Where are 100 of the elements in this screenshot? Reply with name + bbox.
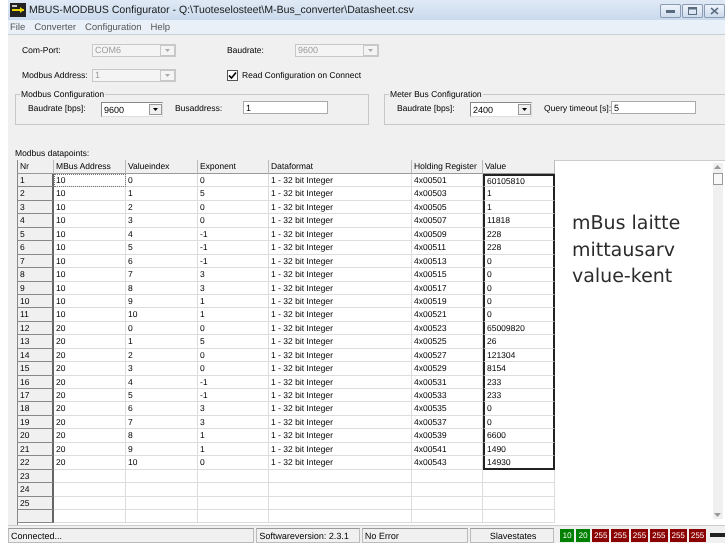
column-header[interactable]: Valueindex [126, 160, 198, 174]
table-cell: 3 [198, 268, 269, 282]
table-cell: 1 - 32 bit Integer [269, 429, 412, 443]
table-cell: 3 [198, 402, 269, 416]
table-cell: 4x00513 [412, 254, 483, 268]
row-header[interactable]: 24 [18, 483, 54, 496]
empty-cell [198, 483, 269, 496]
slave-state: 10 [560, 528, 574, 542]
table-cell: 20 [54, 335, 126, 349]
table-cell: -1 [198, 228, 269, 242]
table-cell: 4x00515 [412, 268, 483, 282]
row-header[interactable]: 3 [18, 200, 54, 214]
empty-cell [198, 510, 269, 524]
column-header[interactable]: MBus Address [54, 160, 126, 174]
row-header[interactable]: 8 [18, 268, 54, 282]
table-cell: 20 [54, 456, 126, 470]
busaddress-field[interactable]: 1 [243, 101, 328, 114]
slave-state: 255 [688, 528, 706, 542]
table-cell: -1 [198, 389, 269, 402]
baudrate-dropdown[interactable]: 9600 [101, 102, 163, 117]
baudrate-dropdown[interactable]: 2400 [470, 102, 532, 117]
table-cell: 2 [126, 200, 198, 214]
table-cell: 10 [126, 456, 198, 470]
table-cell: 4x00501 [412, 174, 483, 188]
column-header[interactable]: Exponent [198, 160, 269, 174]
row-header[interactable]: 20 [18, 429, 54, 443]
row-header[interactable]: 7 [18, 254, 54, 268]
row-header[interactable]: 5 [18, 228, 54, 242]
table-cell: 10 [54, 228, 126, 242]
slave-state: 255 [611, 528, 629, 542]
scroll-down-icon[interactable] [714, 513, 721, 517]
empty-cell [126, 496, 198, 510]
row-header[interactable]: 2 [18, 187, 54, 201]
row-header[interactable]: 12 [18, 322, 54, 336]
row-header[interactable]: 19 [18, 416, 54, 430]
menu-item[interactable]: Converter [34, 22, 76, 32]
table-cell: -1 [198, 254, 269, 268]
menu-item[interactable]: File [10, 22, 26, 32]
row-header[interactable]: 25 [18, 496, 54, 510]
scrollbar[interactable] [713, 163, 723, 519]
table-cell: 4x00529 [412, 362, 483, 376]
row-header[interactable]: 9 [18, 282, 54, 295]
table-cell: 9 [126, 442, 198, 456]
table-cell: 1 [198, 442, 269, 456]
row-header[interactable]: 11 [18, 308, 54, 322]
empty-cell [412, 496, 483, 510]
scroll-up-icon[interactable] [714, 165, 721, 169]
row-header[interactable]: 22 [18, 456, 54, 470]
table-cell: 1 - 32 bit Integer [269, 241, 412, 255]
row-header[interactable]: 10 [18, 294, 54, 308]
table-cell: 10 [54, 254, 126, 268]
table-cell: 20 [54, 442, 126, 456]
close-button[interactable] [704, 4, 725, 18]
row-header[interactable]: 18 [18, 402, 54, 416]
query-timeout-field[interactable]: 5 [611, 101, 696, 114]
table-cell: 1 - 32 bit Integer [269, 228, 412, 242]
table-cell: 20 [54, 362, 126, 376]
maximize-button[interactable] [682, 4, 703, 18]
field-label: Baudrate: [227, 45, 265, 55]
group-title: Meter Bus Configuration [389, 89, 483, 99]
table-cell: 1 - 32 bit Integer [269, 416, 412, 430]
checkbox[interactable] [227, 70, 238, 80]
table-cell: 1 - 32 bit Integer [269, 456, 412, 470]
row-header[interactable]: 21 [18, 442, 54, 456]
row-header[interactable] [18, 510, 54, 524]
table-cell: 3 [198, 282, 269, 295]
table-cell: 10 [54, 308, 126, 322]
minimize-button[interactable] [660, 4, 681, 18]
table-cell: 20 [54, 416, 126, 430]
column-header[interactable]: Value [483, 160, 555, 174]
column-header[interactable]: Nr [18, 160, 54, 174]
table-cell: 20 [54, 376, 126, 389]
menu-item[interactable]: Help [150, 22, 170, 32]
row-header[interactable]: 23 [18, 470, 54, 484]
column-header[interactable]: Holding Register [412, 160, 483, 174]
table-cell: 4 [126, 228, 198, 242]
row-header[interactable]: 1 [18, 174, 54, 188]
column-header[interactable]: Dataformat [269, 160, 412, 174]
table-cell: 4x00521 [412, 308, 483, 322]
table-cell: -1 [198, 376, 269, 389]
checkbox-label: Read Configuration on Connect [242, 70, 362, 80]
row-header[interactable]: 14 [18, 348, 54, 362]
row-header[interactable]: 16 [18, 376, 54, 389]
table-cell: 10 [54, 282, 126, 295]
empty-cell [412, 470, 483, 484]
table-cell: 20 [54, 402, 126, 416]
scroll-thumb[interactable] [713, 173, 723, 185]
table-cell: 20 [54, 429, 126, 443]
slavestates-label: Slavestates [470, 528, 554, 542]
row-header[interactable]: 15 [18, 362, 54, 376]
row-header[interactable]: 17 [18, 389, 54, 402]
row-header[interactable]: 4 [18, 214, 54, 228]
table-cell: 1 - 32 bit Integer [269, 200, 412, 214]
table-cell: 0 [126, 322, 198, 336]
menu-item[interactable]: Configuration [85, 22, 142, 32]
table-cell: 10 [54, 294, 126, 308]
row-header[interactable]: 13 [18, 335, 54, 349]
table-cell: 20 [54, 389, 126, 402]
row-header[interactable]: 6 [18, 241, 54, 255]
field-label: Modbus Address: [22, 70, 89, 80]
